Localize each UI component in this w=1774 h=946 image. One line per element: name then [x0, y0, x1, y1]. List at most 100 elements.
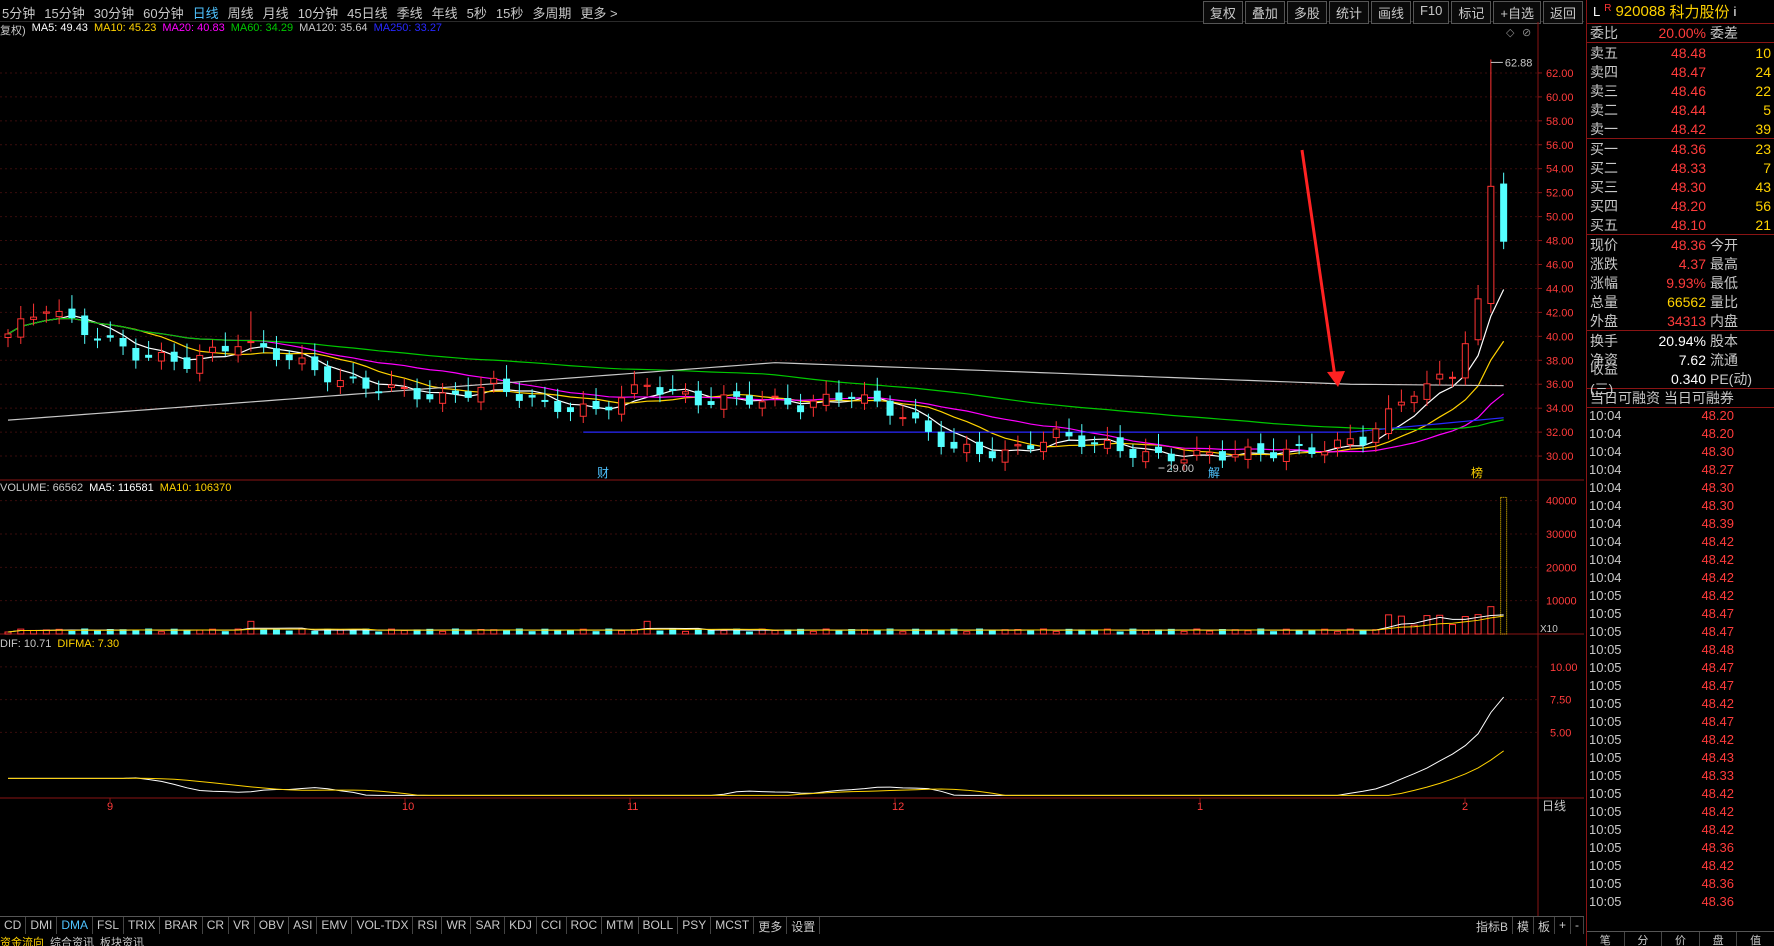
indicator-tab[interactable]: RSI [413, 917, 443, 934]
order-level-row[interactable]: 卖三 48.46 22 [1587, 81, 1774, 100]
kline-chart-canvas[interactable]: 62.00 60.00 58.00 56.00 54.00 52.00 50.00 48.00… [0, 22, 1584, 916]
indicator-tab[interactable]: FSL [93, 917, 125, 934]
tool-button[interactable]: +自选 [1493, 1, 1541, 24]
tick-tab[interactable]: 分 [1625, 932, 1663, 946]
tick-time: 10:04 [1589, 570, 1622, 585]
indicator-tab[interactable]: MCST [711, 917, 755, 934]
stock-info-icon[interactable]: i [1734, 4, 1737, 19]
indicator-tab[interactable]: SAR [471, 917, 506, 934]
volume-bar [1116, 631, 1124, 635]
order-level-row[interactable]: 卖四 48.47 24 [1587, 62, 1774, 81]
order-level-volume: 23 [1755, 140, 1771, 157]
indicator-tab[interactable]: VR [229, 917, 255, 934]
order-level-row[interactable]: 买五 48.10 21 [1587, 215, 1774, 234]
tool-button[interactable]: F10 [1412, 1, 1450, 24]
candle-body [976, 441, 984, 455]
period-tab[interactable]: 月线 [263, 3, 289, 22]
tick-time: 10:04 [1589, 408, 1622, 423]
indicator-tab[interactable]: CD [0, 917, 27, 934]
candle-body [1091, 442, 1099, 445]
order-level-row[interactable]: 卖五 48.48 10 [1587, 43, 1774, 62]
period-tab[interactable]: 季线 [397, 3, 423, 22]
tool-button[interactable]: 返回 [1542, 1, 1583, 24]
period-tab[interactable]: 15分钟 [44, 3, 84, 22]
indicator-tab[interactable]: 更多 [754, 917, 788, 934]
stock-header[interactable]: L R 920088 科力股份 i [1587, 0, 1774, 24]
order-level-row[interactable]: 卖一 48.42 39 [1587, 119, 1774, 138]
period-tab[interactable]: 5分钟 [2, 3, 35, 22]
tool-button[interactable]: 画线 [1370, 1, 1411, 24]
candle-body [42, 311, 50, 314]
order-level-label: 卖一 [1590, 120, 1618, 137]
indicator-tab[interactable]: PSY [678, 917, 712, 934]
panel-option-button[interactable]: 模 [1513, 917, 1534, 934]
tool-button[interactable]: 多股 [1286, 1, 1327, 24]
period-tab[interactable]: 日线 [193, 3, 219, 22]
indicator-tab[interactable]: VOL-TDX [352, 917, 414, 934]
period-tab[interactable]: 30分钟 [94, 3, 134, 22]
bottom-tab[interactable]: 综合资讯 [50, 934, 94, 946]
tick-tab[interactable]: 盘 [1700, 932, 1738, 946]
candle-body [298, 357, 306, 365]
indicator-tab[interactable]: MTM [602, 917, 639, 934]
tick-tab[interactable]: 笔 [1587, 932, 1625, 946]
indicator-tab[interactable]: 设置 [787, 917, 821, 934]
tick-price: 48.20 [1701, 426, 1734, 441]
candle-body [963, 443, 971, 454]
tool-button[interactable]: 叠加 [1244, 1, 1285, 24]
tick-time: 10:05 [1589, 606, 1622, 621]
indicator-tab[interactable]: BOLL [639, 917, 679, 934]
period-tab[interactable]: 年线 [432, 3, 458, 22]
bottom-tab[interactable]: 资金流向 [0, 934, 44, 946]
period-tab[interactable]: 5秒 [467, 3, 487, 22]
candle-body [541, 399, 549, 402]
order-level-row[interactable]: 卖二 48.44 5 [1587, 100, 1774, 119]
order-level-row[interactable]: 买一 48.36 23 [1587, 139, 1774, 158]
tick-row: 10:05 48.36 [1587, 876, 1774, 894]
volume-bar [1333, 631, 1341, 635]
volume-ma10-line [7, 615, 1504, 633]
tick-time: 10:05 [1589, 768, 1622, 783]
indicator-tab[interactable]: BRAR [160, 917, 203, 934]
tick-tab[interactable]: 值 [1737, 932, 1774, 946]
indicator-tab[interactable]: WR [442, 917, 472, 934]
volume-bar [1091, 629, 1099, 635]
indicator-tab[interactable]: DMI [26, 917, 58, 934]
indicator-tab[interactable]: ROC [567, 917, 603, 934]
panel-option-button[interactable]: + [1555, 917, 1571, 934]
indicator-tab[interactable]: ASI [289, 917, 318, 934]
candle-body [311, 356, 319, 371]
order-level-label: 卖四 [1590, 63, 1618, 80]
order-level-row[interactable]: 买四 48.20 56 [1587, 196, 1774, 215]
indicator-tab[interactable]: CCI [537, 917, 567, 934]
indicator-tab[interactable]: CR [203, 917, 230, 934]
indicator-tab[interactable]: TRIX [124, 917, 161, 934]
period-tab[interactable]: 10分钟 [298, 3, 338, 22]
bottom-tab[interactable]: 板块资讯 [100, 934, 144, 946]
indicator-tab[interactable]: EMV [317, 917, 353, 934]
indicator-tab[interactable]: OBV [255, 917, 290, 934]
period-tab[interactable]: 多周期 [532, 3, 571, 22]
panel-option-button[interactable]: 板 [1534, 917, 1555, 934]
panel-option-button[interactable]: - [1571, 917, 1584, 934]
tool-button[interactable]: 复权 [1202, 1, 1243, 24]
candle-body [30, 316, 38, 320]
period-tab[interactable]: 15秒 [496, 3, 523, 22]
tick-row: 10:04 48.42 [1587, 570, 1774, 588]
period-tab[interactable]: 周线 [228, 3, 254, 22]
period-tab[interactable]: 更多 > [580, 3, 617, 22]
tick-tab[interactable]: 价 [1662, 932, 1700, 946]
tick-price: 48.39 [1701, 516, 1734, 531]
period-tab[interactable]: 45日线 [347, 3, 387, 22]
period-tab[interactable]: 60分钟 [143, 3, 183, 22]
tool-button[interactable]: 标记 [1451, 1, 1492, 24]
candle-body [272, 348, 280, 360]
volume-bar [643, 620, 651, 635]
panel-option-button[interactable]: 指标B [1472, 917, 1513, 934]
order-level-row[interactable]: 买三 48.30 43 [1587, 177, 1774, 196]
order-level-row[interactable]: 买二 48.33 7 [1587, 158, 1774, 177]
tick-list[interactable]: 10:04 48.20 10:04 48.20 10:04 48.30 10:04 48.27… [1587, 408, 1774, 912]
tool-button[interactable]: 统计 [1328, 1, 1369, 24]
indicator-tab[interactable]: DMA [57, 917, 94, 934]
indicator-tab[interactable]: KDJ [505, 917, 537, 934]
